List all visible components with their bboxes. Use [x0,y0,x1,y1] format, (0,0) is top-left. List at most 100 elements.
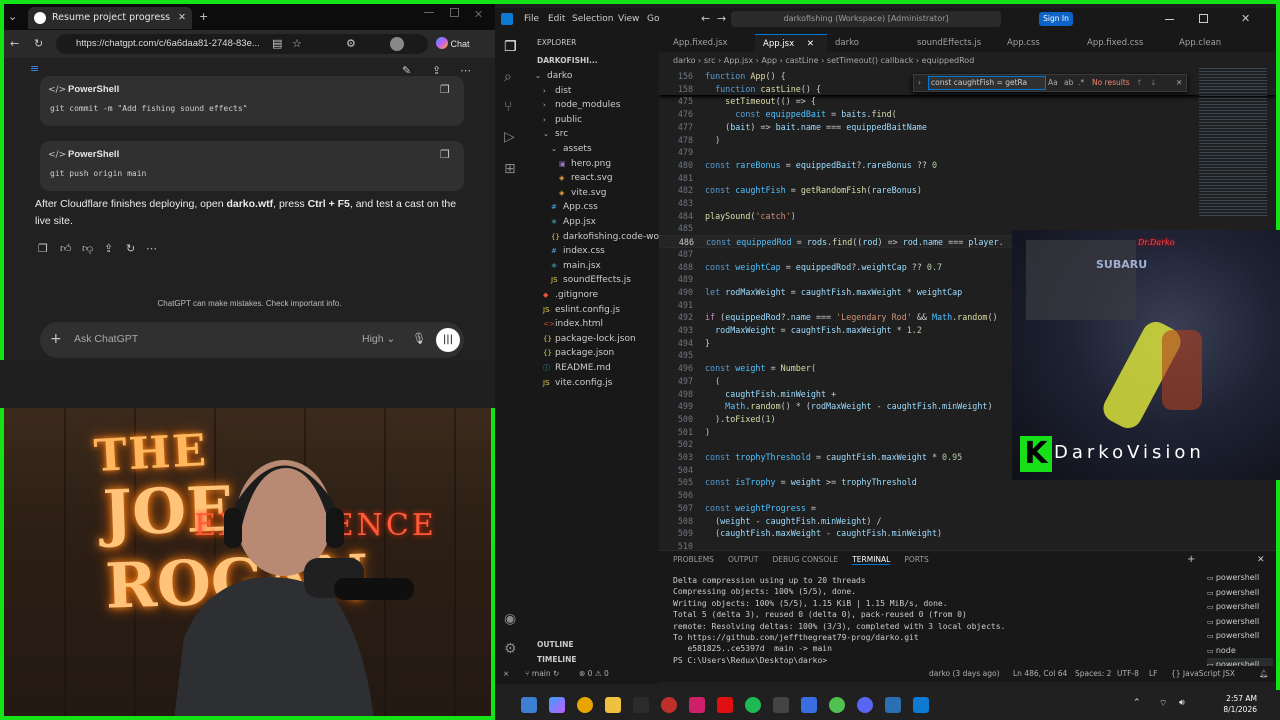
toggle-replace-icon[interactable]: › [918,75,921,91]
terminal-instance[interactable]: ▭ powershell [1207,586,1273,601]
file-tree-item[interactable]: ◈ vite.svg [527,186,606,201]
problems-status[interactable]: ⊗ 0 ⚠ 0 [579,666,609,682]
terminal-icon[interactable] [633,697,649,713]
previous-match-icon[interactable]: ↑ [1136,75,1142,91]
breadcrumb-item[interactable]: src [704,56,716,65]
whole-word-icon[interactable]: ab [1064,75,1073,91]
command-center[interactable]: darkofishing (Workspace) [Administrator] [731,11,1001,27]
app-icon[interactable] [661,697,677,713]
chat-input-box[interactable]: + Ask ChatGPT High ⌄ 🎙︎ ||| [40,322,464,358]
terminal-instance[interactable]: ▭ powershell [1207,571,1273,586]
run-debug-icon[interactable]: ▷ [504,130,515,144]
terminal-output[interactable]: Delta compression using up to 20 threads… [673,575,1193,666]
extensions-icon[interactable]: ⚙ [346,37,356,51]
git-blame-status[interactable]: darko (3 days ago) [929,666,1000,682]
nav-forward-icon[interactable]: → [717,12,726,26]
share-icon[interactable]: ⇪ [104,242,113,256]
editor-tab[interactable]: App.fixed.css [1079,34,1171,52]
breadcrumb-item[interactable]: equippedRod [922,56,975,65]
language-mode[interactable]: {} JavaScript JSX [1171,666,1235,682]
app-icon[interactable] [829,697,845,713]
app-icon[interactable] [885,697,901,713]
back-icon[interactable]: ← [10,37,19,51]
copy-icon[interactable]: ❐ [440,83,450,97]
branch-status[interactable]: ⑂ main ↻ [525,666,559,682]
regex-icon[interactable]: .* [1078,75,1084,91]
clock[interactable]: 2:57 AM 8/1/2026 [1207,693,1257,715]
file-tree-item[interactable]: ⚛ App.jsx [527,215,596,230]
breadcrumb-item[interactable]: darko [673,56,696,65]
file-tree-item[interactable]: › public [527,113,582,128]
file-tree-item[interactable]: ⚛ main.jsx [527,259,601,274]
thumbs-down-icon[interactable]: 👎︎ [82,242,93,256]
panel-tab[interactable]: PORTS [904,555,928,564]
app-icon[interactable] [801,697,817,713]
extensions-icon[interactable]: ⊞ [504,162,516,176]
minimize-icon[interactable] [424,12,434,13]
file-tree-item[interactable]: {} package-lock.json [527,332,636,347]
copilot-chat-button[interactable]: Chat [436,35,480,53]
file-explorer-icon[interactable] [605,697,621,713]
new-tab-icon[interactable]: + [199,10,208,24]
more-icon[interactable]: ⋯ [146,242,157,256]
file-tree-item[interactable]: ⌄ src [527,127,568,142]
panel-tab[interactable]: DEBUG CONSOLE [773,555,839,564]
editor-tab[interactable]: App.clean [1171,34,1271,52]
file-tree-item[interactable]: # App.css [527,200,598,215]
panel-tab[interactable]: PROBLEMS [673,555,714,564]
close-find-icon[interactable]: ✕ [1176,75,1182,91]
next-match-icon[interactable]: ↓ [1150,75,1156,91]
timeline-section[interactable]: TIMELINE [537,655,576,664]
remote-icon[interactable]: ⨯ [503,666,509,682]
file-tree-item[interactable]: ⌄ darko [527,69,572,84]
copy-icon[interactable]: ❐ [38,242,48,256]
minimize-icon[interactable] [1165,19,1174,20]
close-window-icon[interactable]: ✕ [474,8,483,22]
file-tree-item[interactable]: › dist [527,84,571,99]
editor-tab[interactable]: darko [827,34,909,52]
breadcrumb-item[interactable]: castLine [785,56,818,65]
menu-file[interactable]: File [524,8,539,30]
voice-mode-icon[interactable]: ||| [436,328,460,352]
terminal-instance[interactable]: ▭ powershell [1207,600,1273,615]
discord-icon[interactable] [857,697,873,713]
new-terminal-icon[interactable]: + [1187,553,1195,567]
app-icon[interactable] [689,697,705,713]
close-panel-icon[interactable]: ✕ [1257,553,1265,567]
profile-avatar[interactable] [390,37,404,51]
file-tree-item[interactable]: ▣ hero.png [527,157,611,172]
browser-tab-active[interactable]: Resume project progress ✕ [28,7,192,29]
breadcrumb-item[interactable]: App.jsx [724,56,753,65]
model-select[interactable]: High ⌄ [362,333,395,345]
sidebar-toggle-icon[interactable]: ≡ [30,62,39,76]
close-tab-icon[interactable]: ✕ [804,39,814,49]
file-tree-item[interactable]: ⓘ README.md [527,361,611,376]
volume-icon[interactable]: 🔊︎ [1179,698,1185,708]
file-tree-item[interactable]: JS soundEffects.js [527,273,631,288]
encoding[interactable]: UTF-8 [1117,666,1139,682]
indentation[interactable]: Spaces: 2 [1075,666,1111,682]
file-tree-item[interactable]: JS eslint.config.js [527,303,620,318]
find-input[interactable]: const caughtFish = getRa [928,76,1046,90]
editor-tab[interactable]: App.fixed.jsx [665,34,755,52]
file-tree-item[interactable]: ⌄ assets [527,142,592,157]
workspace-header[interactable]: DARKOFISHI... [537,56,598,65]
app-icon[interactable] [773,697,789,713]
reload-icon[interactable]: ↻ [34,37,43,51]
nav-back-icon[interactable]: ← [701,12,710,26]
search-icon[interactable]: ⌕ [504,70,512,84]
explorer-icon[interactable]: ❐ [504,40,517,54]
outline-section[interactable]: OUTLINE [537,640,574,649]
spotify-icon[interactable] [745,697,761,713]
editor-tab[interactable]: soundEffects.js [909,34,999,52]
terminal-instance[interactable]: ▭ node [1207,644,1273,659]
match-case-icon[interactable]: Aa [1048,75,1058,91]
menu-go[interactable]: Go [647,8,659,30]
source-control-icon[interactable]: ⑂ [504,100,512,114]
file-tree-item[interactable]: ◈ react.svg [527,171,613,186]
file-tree-item[interactable]: › node_modules [527,98,620,113]
panel-tab[interactable]: TERMINAL [852,555,891,565]
microphone-icon[interactable]: 🎙︎ [412,332,426,346]
close-window-icon[interactable]: ✕ [1241,12,1250,26]
notifications-bell-icon[interactable]: 🔔︎ [1259,666,1269,682]
